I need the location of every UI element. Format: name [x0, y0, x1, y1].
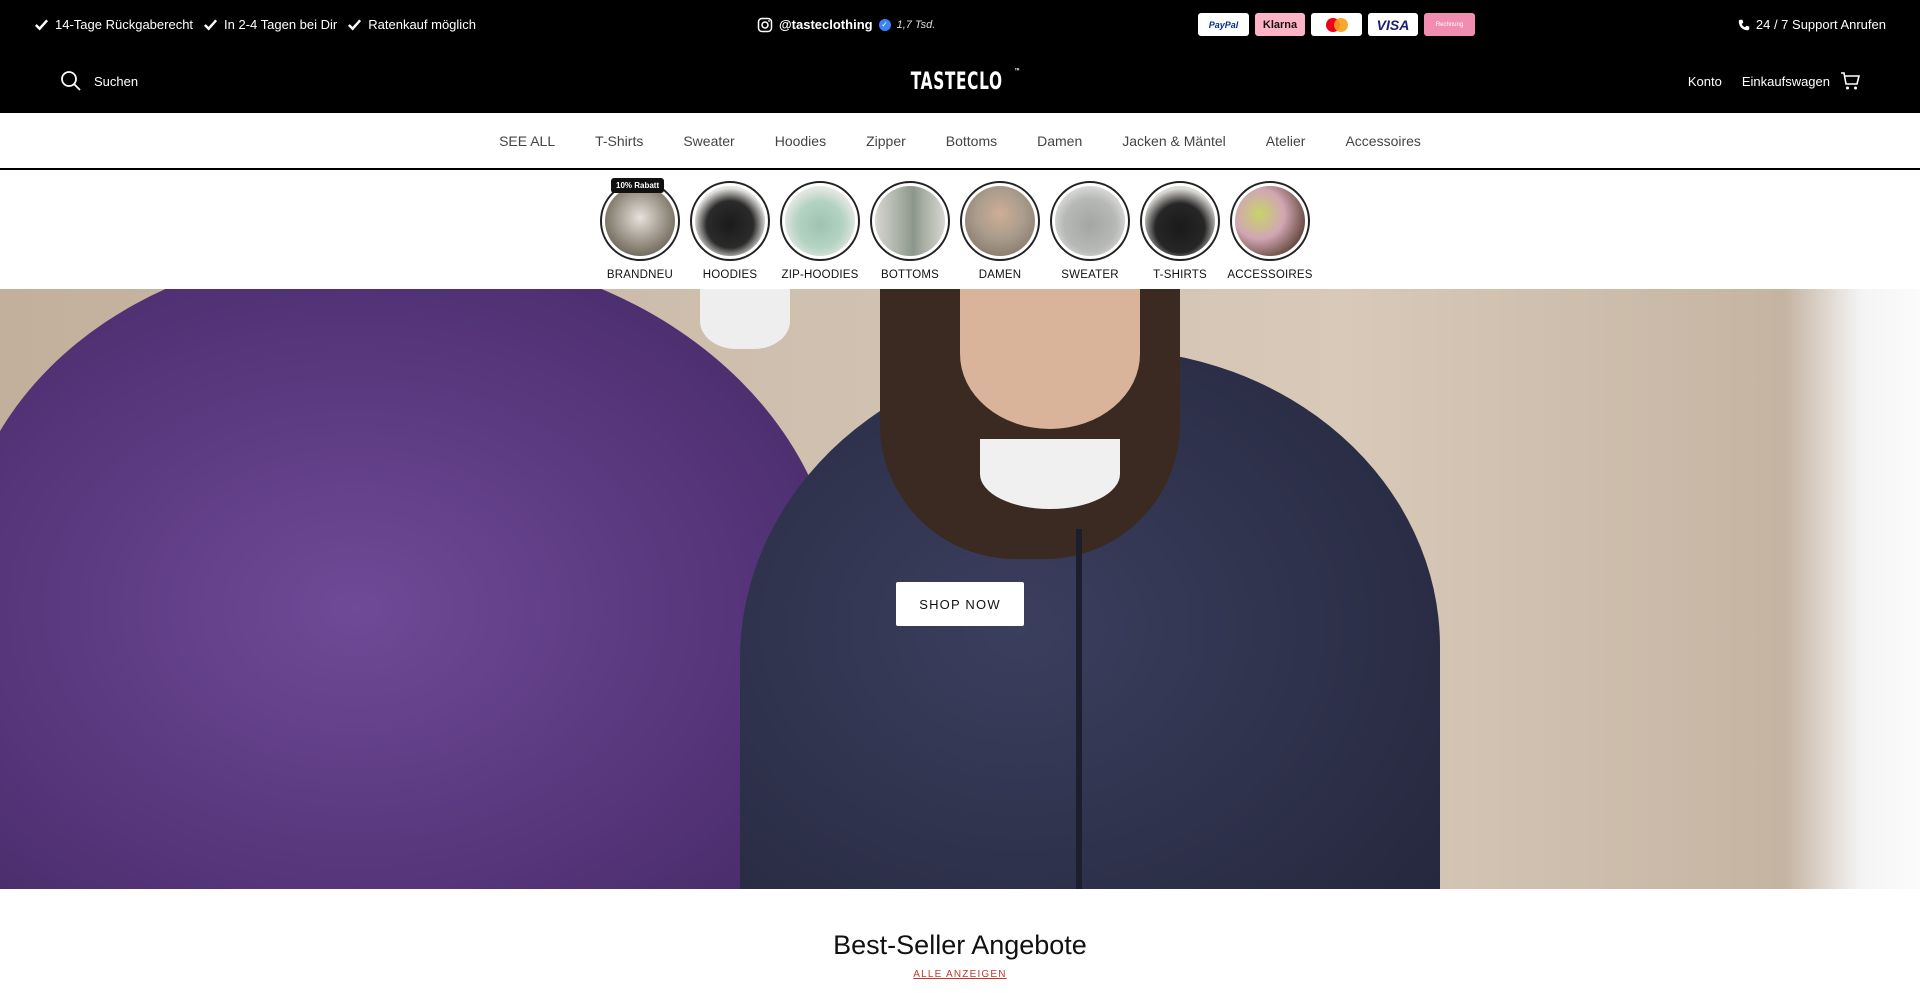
category-photo: [605, 186, 675, 256]
nav-item-atelier[interactable]: Atelier: [1266, 133, 1306, 149]
bestseller-section: Best-Seller Angebote ALLE ANZEIGEN: [0, 930, 1920, 982]
category-label: HOODIES: [702, 269, 758, 281]
category-brandneu[interactable]: 10% Rabatt BRANDNEU: [600, 178, 680, 281]
category-label: BRANDNEU: [606, 269, 674, 281]
support-label: 24 / 7 Support Anrufen: [1755, 17, 1886, 32]
category-photo: [965, 186, 1035, 256]
check-icon: [204, 19, 218, 31]
main-navigation: SEE ALL T-Shirts Sweater Hoodies Zipper …: [0, 113, 1920, 170]
category-hoodies[interactable]: HOODIES: [690, 181, 770, 281]
nav-item-t-shirts[interactable]: T-Shirts: [595, 133, 643, 149]
nav-item-see-all[interactable]: SEE ALL: [499, 133, 555, 149]
usp-item: 14-Tage Rückgaberecht: [34, 17, 193, 32]
nav-item-sweater[interactable]: Sweater: [683, 133, 734, 149]
klarna-logo: Klarna: [1255, 13, 1305, 36]
category-photo: [1145, 186, 1215, 256]
search-button[interactable]: Suchen: [60, 49, 138, 113]
site-header: Suchen TASTECLO ™ Konto Einkaufswagen: [0, 49, 1920, 113]
shop-now-button[interactable]: SHOP NOW: [896, 582, 1024, 626]
cart-label: Einkaufswagen: [1741, 73, 1830, 89]
category-t-shirts[interactable]: T-SHIRTS: [1140, 181, 1220, 281]
usp-item: Ratenkauf möglich: [347, 17, 476, 32]
visa-logo: VISA: [1368, 13, 1418, 36]
paypal-logo: PayPal: [1198, 13, 1249, 36]
search-icon: [61, 71, 81, 91]
category-image: [870, 181, 950, 261]
announcement-bar: 14-Tage Rückgaberecht In 2-4 Tagen bei D…: [0, 0, 1920, 49]
category-label: SWEATER: [1061, 269, 1119, 281]
category-photo: [875, 186, 945, 256]
category-label: ACCESSOIRES: [1227, 269, 1313, 281]
category-label: T-SHIRTS: [1153, 269, 1207, 281]
discount-badge: 10% Rabatt: [611, 178, 665, 193]
account-link[interactable]: Konto: [1688, 74, 1722, 89]
category-label: BOTTOMS: [880, 269, 940, 281]
search-label: Suchen: [94, 73, 139, 89]
support-link[interactable]: 24 / 7 Support Anrufen: [1738, 0, 1886, 49]
category-carousel: 10% Rabatt BRANDNEU HOODIES ZIP-HOODIES …: [600, 178, 1313, 281]
nav-item-bottoms[interactable]: Bottoms: [946, 133, 997, 149]
mastercard-icon: [1325, 17, 1348, 32]
category-image: [1140, 181, 1220, 261]
trademark-mark: ™: [1013, 67, 1022, 76]
rechnung-logo: Rechnung: [1424, 13, 1475, 36]
usp-label: In 2-4 Tagen bei Dir: [224, 17, 338, 32]
category-accessoires[interactable]: ACCESSOIRES: [1227, 181, 1313, 281]
usp-label: Ratenkauf möglich: [368, 17, 476, 32]
category-image: [1050, 181, 1130, 261]
category-image: [960, 181, 1040, 261]
phone-icon: [1738, 19, 1750, 30]
cart-link[interactable]: Einkaufswagen: [1742, 71, 1860, 91]
category-damen[interactable]: DAMEN: [960, 181, 1040, 281]
category-image: [600, 181, 680, 261]
mastercard-logo: [1311, 13, 1362, 36]
category-photo: [695, 186, 765, 256]
usp-list: 14-Tage Rückgaberecht In 2-4 Tagen bei D…: [34, 0, 476, 49]
verified-icon: ✓: [878, 18, 891, 31]
header-actions: Konto Einkaufswagen: [1688, 49, 1860, 113]
instagram-handle: @tasteclothing: [779, 17, 873, 32]
category-photo: [1055, 186, 1125, 256]
nav-item-damen[interactable]: Damen: [1037, 133, 1082, 149]
usp-label: 14-Tage Rückgaberecht: [55, 17, 194, 32]
section-title: Best-Seller Angebote: [833, 930, 1087, 960]
nav-item-hoodies[interactable]: Hoodies: [775, 133, 826, 149]
logo-wrapper: TASTECLO ™: [0, 49, 1920, 113]
nav-item-jacken[interactable]: Jacken & Mäntel: [1122, 133, 1226, 149]
logo-text: TASTECLO: [910, 67, 1003, 95]
category-bottoms[interactable]: BOTTOMS: [870, 181, 950, 281]
nav-item-accessoires[interactable]: Accessoires: [1345, 133, 1420, 149]
site-logo[interactable]: TASTECLO ™: [899, 67, 1021, 95]
category-label: ZIP-HOODIES: [781, 269, 859, 281]
category-label: DAMEN: [978, 269, 1022, 281]
instagram-icon: [757, 17, 773, 32]
usp-item: In 2-4 Tagen bei Dir: [203, 17, 337, 32]
instagram-link[interactable]: @tasteclothing ✓ 1,7 Tsd.: [757, 0, 935, 49]
hero-model-purple-hoodie: [0, 289, 840, 889]
check-icon: [348, 19, 362, 31]
hero-model-tee: [980, 439, 1120, 509]
category-sweater[interactable]: SWEATER: [1050, 181, 1130, 281]
cart-icon: [1841, 72, 1860, 90]
nav-item-zipper[interactable]: Zipper: [866, 133, 906, 149]
category-photo: [785, 186, 855, 256]
category-image: [690, 181, 770, 261]
payment-methods: PayPal Klarna VISA Rechnung: [1198, 13, 1475, 36]
view-all-link[interactable]: ALLE ANZEIGEN: [913, 969, 1006, 980]
follower-count: 1,7 Tsd.: [896, 18, 936, 31]
hero-model-shirt: [700, 289, 790, 349]
category-photo: [1235, 186, 1305, 256]
check-icon: [35, 19, 49, 31]
category-image: [1230, 181, 1310, 261]
category-zip-hoodies[interactable]: ZIP-HOODIES: [780, 181, 860, 281]
hero-zipper: [1076, 529, 1082, 889]
category-image: [780, 181, 860, 261]
